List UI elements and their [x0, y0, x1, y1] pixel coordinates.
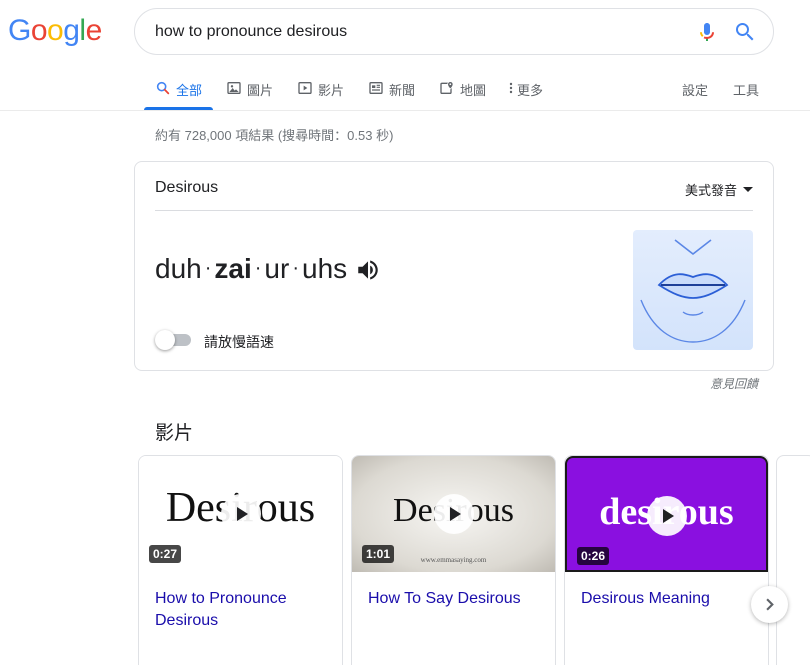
tab-videos[interactable]: 影片 [297, 70, 344, 110]
tab-news[interactable]: 新聞 [368, 70, 415, 110]
map-icon [440, 81, 454, 94]
mouth-diagram [640, 239, 746, 343]
image-icon [227, 82, 241, 94]
play-icon [433, 494, 474, 534]
tab-label: 更多 [517, 83, 544, 98]
tab-label: 圖片 [247, 83, 274, 98]
search-box [134, 8, 774, 55]
accent-dropdown[interactable]: 美式發音 [685, 180, 753, 199]
syllable-separator: · [254, 257, 262, 279]
microphone-icon[interactable] [695, 20, 719, 44]
pronunciation-card: Desirous 美式發音 duh · zai · ur · uhs 請放慢語速 [134, 161, 774, 371]
logo-letter: o [30, 14, 48, 47]
video-thumbnail: desirous 0:26 [565, 456, 768, 572]
video-card[interactable]: desirous 0:26 Desirous Meaning [564, 455, 769, 665]
toggle-knob [155, 330, 175, 350]
mouth-animation-image[interactable] [633, 230, 753, 350]
video-icon [298, 82, 312, 94]
syllable: uhs [302, 253, 348, 284]
video-title-link[interactable]: How To Say Desirous [368, 588, 543, 610]
feedback-link[interactable]: 意見回饋 [710, 375, 758, 392]
search-input[interactable] [155, 9, 675, 54]
phonetic-spelling: duh · zai · ur · uhs [155, 252, 381, 285]
tab-images[interactable]: 圖片 [226, 70, 273, 110]
syllable-separator: · [292, 257, 299, 279]
tab-more[interactable]: 更多 [507, 70, 543, 110]
logo-letter: G [8, 14, 31, 47]
result-stats: 約有 728,000 項結果 (搜尋時間：0.53 秒) [155, 128, 394, 143]
video-duration: 0:26 [577, 547, 610, 565]
video-thumbnail: Desirous 0:27 [139, 456, 342, 572]
google-logo[interactable]: Google [8, 13, 102, 49]
video-card[interactable]: Desirous 0:27 How to Pronounce Desirous [138, 455, 343, 665]
video-thumbnail: Desirous www.emmasaying.com 1:01 [352, 456, 555, 572]
logo-letter: o [47, 14, 64, 47]
search-icon [156, 81, 170, 95]
accent-label: 美式發音 [684, 183, 737, 198]
header-divider [0, 110, 810, 111]
tab-label: 影片 [318, 83, 345, 98]
tab-all[interactable]: 全部 [144, 70, 213, 110]
pronunciation-word: Desirous [155, 179, 219, 196]
stressed-syllable: zai [214, 253, 252, 284]
play-icon [646, 496, 687, 536]
syllable-separator: · [204, 257, 212, 279]
settings-link[interactable]: 設定 [682, 80, 708, 99]
video-card-partial[interactable] [776, 455, 810, 665]
logo-letter: e [85, 14, 103, 47]
speaker-icon[interactable] [355, 257, 381, 283]
play-icon [220, 494, 261, 534]
video-title-link[interactable]: How to Pronounce Desirous [155, 588, 330, 632]
slow-speed-label: 請放慢語速 [204, 334, 274, 350]
tools-link[interactable]: 工具 [733, 80, 759, 99]
chevron-right-icon [766, 598, 774, 611]
search-submit-icon[interactable] [733, 20, 757, 44]
tab-label: 地圖 [460, 83, 487, 98]
logo-letter: g [63, 14, 80, 47]
video-title-link[interactable]: Desirous Meaning [581, 588, 756, 610]
news-icon [369, 82, 383, 94]
more-vert-icon [509, 82, 513, 94]
slow-speed-toggle[interactable] [155, 330, 191, 350]
syllable: ur [264, 253, 290, 284]
video-duration: 0:27 [149, 545, 182, 563]
caret-down-icon [743, 187, 753, 192]
carousel-next-button[interactable] [751, 586, 788, 623]
tab-label: 全部 [176, 83, 203, 98]
tab-label: 新聞 [389, 83, 416, 98]
card-divider [155, 210, 753, 211]
video-duration: 1:01 [362, 545, 395, 563]
tab-maps[interactable]: 地圖 [439, 70, 486, 110]
syllable: duh [155, 253, 202, 284]
video-card[interactable]: Desirous www.emmasaying.com 1:01 How To … [351, 455, 556, 665]
videos-heading: 影片 [155, 423, 194, 444]
